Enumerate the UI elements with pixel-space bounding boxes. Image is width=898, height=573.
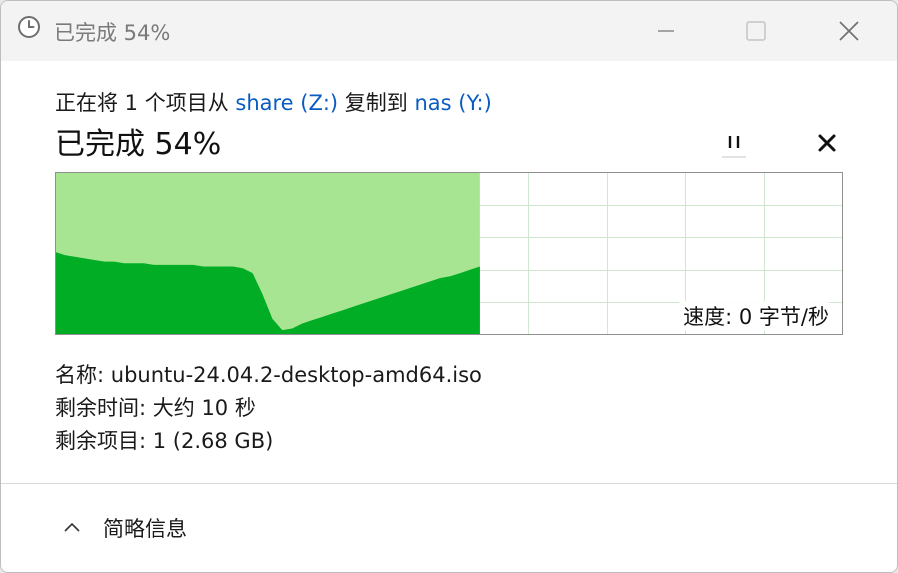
stop-button[interactable] bbox=[807, 123, 847, 163]
fewer-details-label: 简略信息 bbox=[103, 517, 187, 541]
items-remaining-value: 1 (2.68 GB) bbox=[152, 429, 274, 453]
detail-row-time: 剩余时间: 大约 10 秒 bbox=[55, 392, 482, 425]
copy-prefix: 正在将 1 个项目从 bbox=[55, 91, 236, 115]
time-remaining-value: 大约 10 秒 bbox=[152, 396, 256, 420]
speed-graph: 速度: 0 字节/秒 bbox=[55, 172, 843, 335]
close-icon bbox=[839, 21, 859, 41]
fewer-details-button[interactable]: 简略信息 bbox=[59, 508, 187, 548]
name-value: ubuntu-24.04.2-desktop-amd64.iso bbox=[110, 363, 482, 387]
title-bar[interactable]: 已完成 54% bbox=[1, 1, 897, 61]
chevron-up-icon bbox=[64, 522, 80, 532]
minimize-button[interactable] bbox=[636, 1, 696, 61]
footer: 简略信息 bbox=[1, 484, 897, 572]
close-window-button[interactable] bbox=[819, 1, 879, 61]
time-remaining-label: 剩余时间: bbox=[55, 396, 147, 420]
speed-readout: 速度: 0 字节/秒 bbox=[679, 301, 829, 331]
details-panel: 名称: ubuntu-24.04.2-desktop-amd64.iso 剩余时… bbox=[55, 359, 482, 458]
maximize-icon bbox=[746, 21, 766, 41]
progress-title: 已完成 54% bbox=[55, 127, 222, 162]
pause-icon bbox=[722, 136, 746, 158]
copy-dialog: 已完成 54% 正在将 1 个项目从 share (Z:) 复制到 nas (Y… bbox=[0, 0, 898, 573]
source-link[interactable]: share (Z:) bbox=[235, 91, 338, 115]
maximize-button[interactable] bbox=[726, 1, 786, 61]
minimize-icon bbox=[658, 30, 674, 32]
name-label: 名称: bbox=[55, 363, 105, 387]
pause-button[interactable] bbox=[714, 123, 754, 163]
items-remaining-label: 剩余项目: bbox=[55, 429, 147, 453]
copy-middle: 复制到 bbox=[338, 91, 415, 115]
destination-link[interactable]: nas (Y:) bbox=[414, 91, 491, 115]
copy-description: 正在将 1 个项目从 share (Z:) 复制到 nas (Y:) bbox=[55, 87, 492, 117]
window-title: 已完成 54% bbox=[54, 21, 171, 45]
detail-row-name: 名称: ubuntu-24.04.2-desktop-amd64.iso bbox=[55, 359, 482, 392]
detail-row-items: 剩余项目: 1 (2.68 GB) bbox=[55, 425, 482, 458]
clock-icon bbox=[18, 16, 40, 38]
stop-icon bbox=[818, 134, 836, 152]
